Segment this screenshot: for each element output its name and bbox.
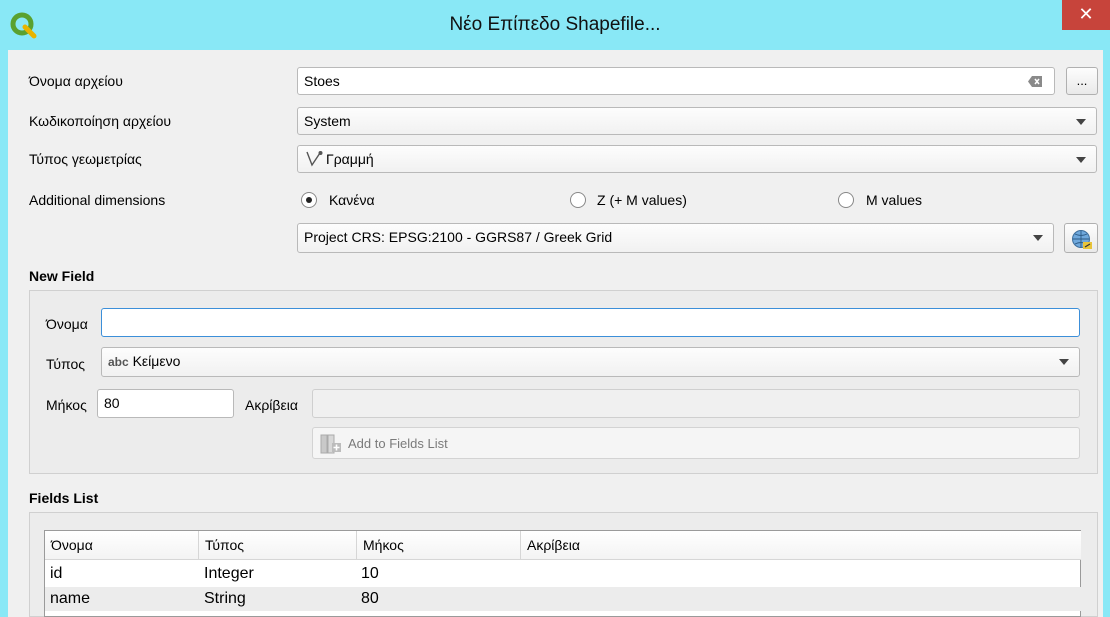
field-type-label: Τύπος <box>46 356 85 372</box>
text-type-icon: abc <box>108 355 129 369</box>
radio-m-label[interactable]: M values <box>866 192 922 208</box>
geometry-value: Γραμμή <box>326 151 374 167</box>
window-border-left <box>0 50 8 617</box>
cell-type: String <box>204 590 246 607</box>
precision-input[interactable] <box>312 389 1080 418</box>
new-field-title: New Field <box>29 268 95 284</box>
encoding-label: Κωδικοποίηση αρχείου <box>29 113 172 129</box>
column-header-type[interactable]: Τύπος <box>199 531 357 560</box>
encoding-select[interactable]: System <box>297 107 1097 135</box>
line-geometry-icon <box>306 151 323 167</box>
window-border-right <box>1103 50 1110 617</box>
crs-select-button[interactable] <box>1064 223 1098 253</box>
close-button[interactable]: ✕ <box>1062 0 1110 30</box>
length-label: Μήκος <box>46 397 87 413</box>
field-name-label: Όνομα <box>46 316 88 332</box>
browse-button[interactable]: ... <box>1066 67 1098 95</box>
add-to-fields-label: Add to Fields List <box>348 436 448 451</box>
fields-table[interactable]: Όνομα Τύπος Μήκος Ακρίβεια id Integer 10… <box>44 530 1087 617</box>
file-name-label: Όνομα αρχείου <box>29 73 123 89</box>
radio-m[interactable] <box>838 192 854 208</box>
field-type-value: Κείμενο <box>132 353 181 369</box>
fields-list-title: Fields List <box>29 490 99 506</box>
column-header-length[interactable]: Μήκος <box>357 531 521 560</box>
chevron-down-icon <box>1076 157 1086 163</box>
crs-select[interactable]: Project CRS: EPSG:2100 - GGRS87 / Greek … <box>297 223 1054 253</box>
cell-type: Integer <box>204 565 254 582</box>
file-name-value: Stoes <box>304 73 340 89</box>
clear-text-icon[interactable] <box>1028 76 1042 87</box>
dimensions-label: Additional dimensions <box>29 192 166 208</box>
field-type-select[interactable]: abc Κείμενο <box>101 347 1080 377</box>
column-header-name[interactable]: Όνομα <box>45 531 199 560</box>
radio-none-label[interactable]: Κανένα <box>329 192 375 208</box>
cell-length: 10 <box>361 565 379 582</box>
table-row[interactable]: name String 80 <box>45 587 1087 611</box>
cell-length: 80 <box>361 590 379 607</box>
length-input[interactable]: 80 <box>97 389 234 418</box>
cell-name: id <box>50 565 63 582</box>
precision-label: Ακρίβεια <box>245 397 298 413</box>
radio-none[interactable] <box>301 192 317 208</box>
cell-name: name <box>50 590 91 607</box>
crs-globe-icon <box>1072 230 1092 249</box>
window-title: Νέο Επίπεδο Shapefile... <box>449 14 661 35</box>
chevron-down-icon <box>1033 235 1043 241</box>
add-to-fields-button[interactable]: Add to Fields List <box>312 427 1080 459</box>
title-bar: Νέο Επίπεδο Shapefile... ✕ <box>0 0 1110 50</box>
radio-z-m-label[interactable]: Z (+ M values) <box>597 192 687 208</box>
geometry-select[interactable]: Γραμμή <box>297 145 1097 173</box>
length-value: 80 <box>104 395 120 411</box>
chevron-down-icon <box>1076 119 1086 125</box>
encoding-value: System <box>304 113 351 129</box>
crs-value: Project CRS: EPSG:2100 - GGRS87 / Greek … <box>304 229 613 245</box>
file-name-input[interactable]: Stoes <box>297 67 1055 95</box>
geometry-label: Τύπος γεωμετρίας <box>29 151 142 167</box>
field-name-input[interactable] <box>101 308 1080 337</box>
column-header-precision[interactable]: Ακρίβεια <box>521 531 1081 560</box>
chevron-down-icon <box>1059 359 1069 365</box>
table-row[interactable]: id Integer 10 <box>45 562 1087 586</box>
radio-z-m[interactable] <box>570 192 586 208</box>
add-field-icon <box>320 434 341 454</box>
